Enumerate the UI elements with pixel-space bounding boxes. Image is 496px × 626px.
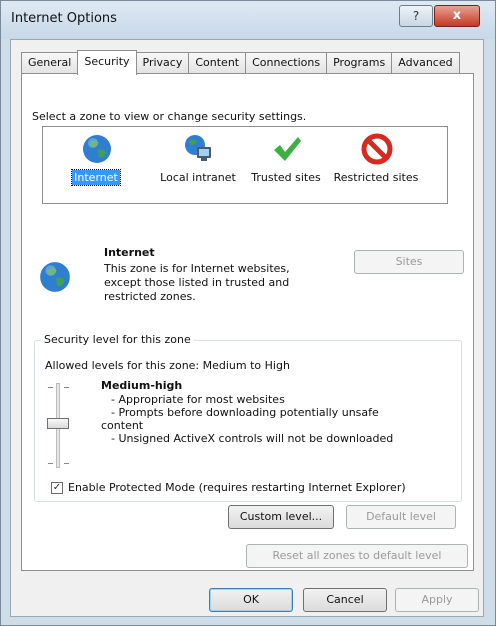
security-tab-panel: Select a zone to view or change security… (21, 73, 474, 571)
cancel-button[interactable]: Cancel (303, 588, 387, 612)
default-level-button[interactable]: Default level (346, 505, 456, 529)
tab-strip: General Security Privacy Content Connect… (21, 50, 460, 75)
allowed-levels-text: Allowed levels for this zone: Medium to … (45, 359, 290, 372)
zone-label-internet: Internet (71, 169, 121, 186)
security-level-legend: Security level for this zone (41, 333, 194, 346)
zone-label-restricted-sites: Restricted sites (333, 171, 419, 184)
dialog-client-area: General Security Privacy Content Connect… (10, 39, 484, 617)
zone-label-local-intranet: Local intranet (160, 171, 236, 184)
level-desc-line: content (101, 419, 144, 432)
selected-zone-description: This zone is for Internet websites, exce… (104, 262, 290, 303)
sites-button[interactable]: Sites (354, 250, 464, 274)
protected-mode-checkbox[interactable]: ✓ (51, 481, 63, 494)
level-desc-line: - Prompts before downloading potentially… (111, 406, 379, 419)
security-level-description: - Appropriate for most websites - Prompt… (101, 393, 431, 445)
tab-programs[interactable]: Programs (326, 52, 393, 74)
slider-tick (64, 463, 69, 464)
tab-advanced[interactable]: Advanced (391, 52, 460, 74)
security-level-slider-thumb[interactable] (47, 418, 69, 429)
level-desc-line: - Appropriate for most websites (111, 393, 285, 406)
checkmark-icon (274, 137, 301, 161)
title-bar[interactable]: Internet Options ? x (1, 1, 495, 39)
reset-all-zones-button[interactable]: Reset all zones to default level (246, 544, 468, 568)
zone-prompt: Select a zone to view or change security… (32, 110, 307, 123)
globe-icon (83, 135, 111, 163)
restricted-icon (361, 133, 393, 165)
protected-mode-label: Enable Protected Mode (requires restarti… (68, 481, 406, 494)
tab-privacy[interactable]: Privacy (135, 52, 190, 74)
custom-level-button[interactable]: Custom level... (228, 505, 334, 529)
zone-restricted-sites[interactable]: Restricted sites (331, 127, 421, 203)
apply-button[interactable]: Apply (395, 588, 479, 612)
zone-local-intranet[interactable]: Local intranet (153, 127, 243, 203)
slider-tick (48, 463, 53, 464)
close-button[interactable]: x (434, 5, 480, 27)
zone-internet[interactable]: Internet (51, 127, 141, 203)
tab-general[interactable]: General (21, 52, 79, 74)
security-level-group: Security level for this zone Allowed lev… (34, 333, 462, 502)
level-desc-line: - Unsigned ActiveX controls will not be … (111, 432, 394, 445)
protected-mode-row[interactable]: ✓ Enable Protected Mode (requires restar… (51, 481, 406, 494)
selected-zone-name: Internet (104, 246, 155, 259)
tab-content[interactable]: Content (188, 52, 247, 74)
zone-list: Internet Local intranet Trusted sites Re… (42, 126, 448, 204)
ok-button[interactable]: OK (209, 588, 293, 612)
tab-security[interactable]: Security (77, 50, 137, 75)
tab-connections[interactable]: Connections (245, 52, 328, 74)
zone-trusted-sites[interactable]: Trusted sites (241, 127, 331, 203)
slider-tick (64, 387, 69, 388)
slider-tick (48, 387, 53, 388)
zone-label-trusted-sites: Trusted sites (251, 171, 321, 184)
window-title: Internet Options (11, 11, 117, 26)
help-button[interactable]: ? (399, 5, 433, 27)
security-level-name: Medium-high (101, 379, 183, 392)
selected-zone-globe-icon (40, 262, 70, 292)
internet-options-window: Internet Options ? x General Security Pr… (0, 0, 496, 626)
intranet-icon (185, 135, 211, 161)
